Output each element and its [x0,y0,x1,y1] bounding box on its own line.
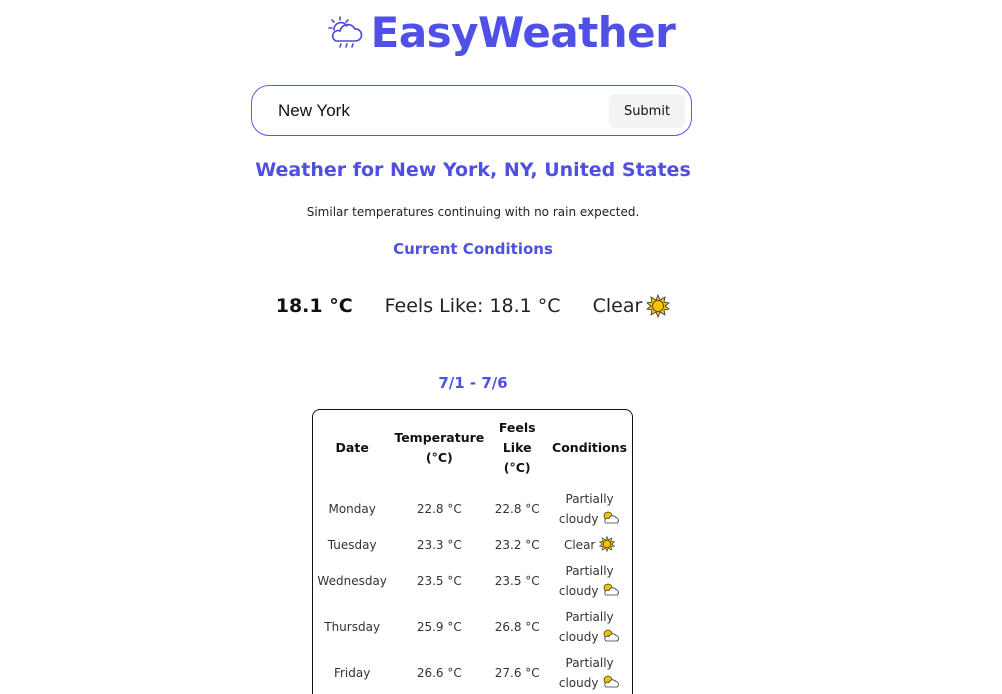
row-temperature: 23.5 °C [416,574,462,588]
column-header-conditions: Conditions [552,440,628,455]
row-condition-line1: Partially [565,656,614,670]
current-conditions-heading: Current Conditions [393,240,553,258]
row-condition-line2: cloudy [558,512,599,526]
row-feels-like: 27.6 °C [494,666,540,680]
column-header-feels-label: Feels [498,420,536,435]
row-feels-like: 26.8 °C [494,620,540,634]
row-day: Thursday [324,620,381,634]
row-day: Friday [333,666,371,680]
current-feels-like: Feels Like: 18.1 °C [384,295,561,317]
column-header-like-label: Like [502,440,532,455]
row-condition-line1: Clear [563,538,596,552]
column-header-temperature-label: Temperature [394,430,485,445]
search-bar: Submit [251,85,692,136]
row-conditions: Partially cloudy [547,604,632,650]
partly-cloudy-icon [603,675,620,688]
row-feels-like: 23.5 °C [494,574,540,588]
row-feels-like: 22.8 °C [494,502,540,516]
partly-cloudy-icon [603,511,620,524]
row-conditions: Partially cloudy [547,486,632,532]
partly-cloudy-icon [603,629,620,642]
row-conditions: Partially cloudy [547,558,632,604]
table-row: Thursday 25.9 °C 26.8 °C Partially cloud… [313,604,632,650]
row-temperature: 23.3 °C [416,538,462,552]
row-day: Tuesday [327,538,377,552]
submit-button[interactable]: Submit [609,94,685,128]
row-conditions: Clear [547,532,632,558]
column-header-temperature-unit: (°C) [425,450,453,465]
sun-icon [646,294,671,318]
row-condition-line1: Partially [565,610,614,624]
table-row: Wednesday 23.5 °C 23.5 °C Partially clou… [313,558,632,604]
cloud-rain-sun-icon [327,15,362,48]
table-row: Monday 22.8 °C 22.8 °C Partially cloudy [313,486,632,532]
city-search-input[interactable] [278,97,598,125]
row-condition-line1: Partially [565,564,614,578]
forecast-range-heading: 7/1 - 7/6 [438,374,508,392]
row-temperature: 26.6 °C [416,666,462,680]
row-day: Wednesday [317,574,387,588]
forecast-table: Date Temperature (°C) Feels Like (°C) Co… [313,410,632,694]
sun-icon [599,536,616,552]
row-condition-line1: Partially [565,492,614,506]
partly-cloudy-icon [603,583,620,596]
row-conditions: Partially cloudy [547,650,632,694]
app-title: EasyWeather [370,8,676,57]
current-condition: Clear [593,294,671,318]
app-header: EasyWeather [0,8,1002,57]
current-temperature: 18.1 °C [275,295,353,317]
current-conditions: 18.1 °C Feels Like: 18.1 °C Clear [0,294,946,318]
forecast-table-container: Date Temperature (°C) Feels Like (°C) Co… [312,409,633,694]
row-day: Monday [328,502,376,516]
column-header-feels-unit: (°C) [503,460,531,475]
row-temperature: 25.9 °C [416,620,462,634]
location-title: Weather for New York, NY, United States [255,159,691,181]
column-header-date: Date [335,440,369,455]
table-row: Tuesday 23.3 °C 23.2 °C Clear [313,532,632,558]
app-root: EasyWeather Submit Weather for New York,… [0,0,1002,694]
row-condition-line2: cloudy [558,676,599,690]
row-temperature: 22.8 °C [416,502,462,516]
row-condition-line2: cloudy [558,584,599,598]
column-header-feels-like: Feels Like (°C) [487,410,547,486]
current-condition-label: Clear [592,295,643,317]
row-condition-line2: cloudy [558,630,599,644]
table-row: Friday 26.6 °C 27.6 °C Partially cloudy [313,650,632,694]
column-header-temperature: Temperature (°C) [391,410,487,486]
table-header-row: Date Temperature (°C) Feels Like (°C) Co… [313,410,632,486]
forecast-summary: Similar temperatures continuing with no … [306,205,640,219]
row-feels-like: 23.2 °C [494,538,540,552]
